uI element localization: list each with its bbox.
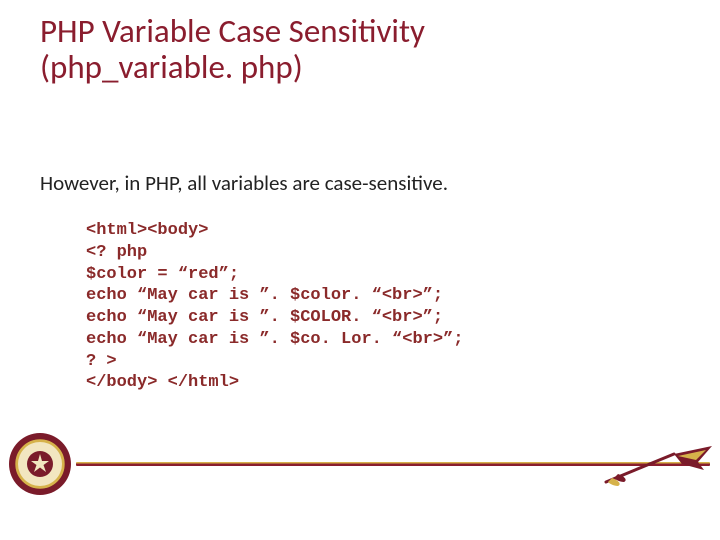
code-block: <html><body> <? php $color = “red”; echo… <box>86 220 463 394</box>
slide: PHP Variable Case Sensitivity (php_varia… <box>0 0 720 540</box>
university-seal-logo <box>8 432 72 496</box>
slide-title: PHP Variable Case Sensitivity (php_varia… <box>40 14 680 85</box>
title-line-1: PHP Variable Case Sensitivity <box>40 11 425 51</box>
spear-logo <box>604 442 714 488</box>
body-paragraph: However, in PHP, all variables are case-… <box>40 170 680 196</box>
title-line-2: (php_variable. php) <box>40 47 303 87</box>
